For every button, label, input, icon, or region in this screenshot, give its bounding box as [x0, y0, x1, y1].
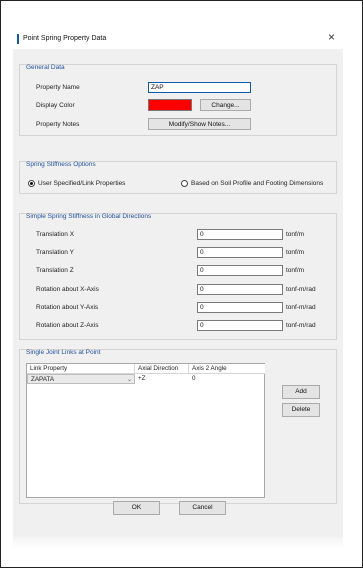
rotation-x-unit: tonf-m/rad [286, 286, 316, 293]
dialog-bottom-fade [13, 537, 343, 549]
translation-x-unit: tonf/m [286, 231, 305, 238]
property-notes-label: Property Notes [36, 121, 80, 128]
translation-z-input[interactable]: 0 [197, 265, 283, 276]
translation-y-unit: tonf/m [286, 249, 305, 256]
stiffness-options-label: Spring Stiffness Options [26, 161, 96, 168]
title-accent [17, 34, 19, 44]
modify-notes-button[interactable]: Modify/Show Notes... [148, 118, 251, 130]
link-property-dropdown[interactable]: ZAPATA ⌄ [27, 374, 135, 384]
change-color-button[interactable]: Change... [200, 99, 251, 111]
property-name-label: Property Name [36, 84, 80, 91]
translation-y-label: Translation Y [36, 249, 74, 256]
rotation-z-input[interactable]: 0 [197, 320, 283, 331]
col-header-axis2-angle: Axis 2 Angle [189, 364, 265, 374]
stiffness-options-group: Spring Stiffness Options User Specified/… [19, 161, 337, 194]
rotation-z-unit: tonf-m/rad [286, 322, 316, 329]
axis2-angle-cell[interactable]: 0 [189, 374, 265, 384]
axial-direction-cell[interactable]: +Z [135, 374, 189, 384]
translation-z-label: Translation Z [36, 267, 74, 274]
dialog-title: Point Spring Property Data [23, 35, 107, 42]
radio-user-specified-label[interactable]: User Specified/Link Properties [38, 180, 125, 187]
property-name-input[interactable]: ZAP [148, 82, 251, 93]
joint-links-label: Single Joint Links at Point [26, 349, 101, 356]
cancel-button[interactable]: Cancel [179, 501, 226, 515]
joint-links-group: Single Joint Links at Point Link Propert… [19, 349, 337, 504]
add-link-button[interactable]: Add [282, 385, 320, 399]
translation-x-input[interactable]: 0 [197, 229, 283, 240]
radio-soil-profile-label[interactable]: Based on Soil Profile and Footing Dimens… [191, 180, 323, 187]
translation-y-input[interactable]: 0 [197, 247, 283, 258]
display-color-swatch[interactable] [148, 99, 192, 111]
simple-spring-group: Simple Spring Stiffness in Global Direct… [19, 213, 337, 340]
translation-z-unit: tonf/m [286, 267, 305, 274]
link-property-value: ZAPATA [31, 376, 55, 383]
rotation-y-unit: tonf-m/rad [286, 304, 316, 311]
rotation-x-label: Rotation about X-Axis [36, 286, 99, 293]
chevron-down-icon[interactable]: ⌄ [127, 375, 132, 385]
translation-x-label: Translation X [36, 231, 75, 238]
delete-link-button[interactable]: Delete [282, 403, 320, 417]
title-bar: Point Spring Property Data × [13, 27, 343, 49]
display-color-label: Display Color [36, 102, 75, 109]
rotation-x-input[interactable]: 0 [197, 284, 283, 295]
general-data-group: General Data Property Name ZAP Display C… [19, 64, 337, 136]
radio-soil-profile[interactable] [181, 180, 188, 187]
rotation-y-label: Rotation about Y-Axis [36, 304, 99, 311]
simple-spring-label: Simple Spring Stiffness in Global Direct… [26, 213, 152, 220]
col-header-axial-direction: Axial Direction [135, 364, 189, 374]
rotation-z-label: Rotation about Z-Axis [36, 322, 99, 329]
rotation-y-input[interactable]: 0 [197, 302, 283, 313]
ok-button[interactable]: OK [113, 501, 160, 515]
radio-user-specified[interactable] [28, 180, 35, 187]
point-spring-dialog: Point Spring Property Data × General Dat… [13, 27, 343, 537]
links-grid: Link Property Axial Direction Axis 2 Ang… [26, 363, 265, 498]
general-data-label: General Data [26, 64, 65, 71]
close-icon[interactable]: × [328, 30, 335, 44]
col-header-link-property: Link Property [27, 364, 135, 374]
